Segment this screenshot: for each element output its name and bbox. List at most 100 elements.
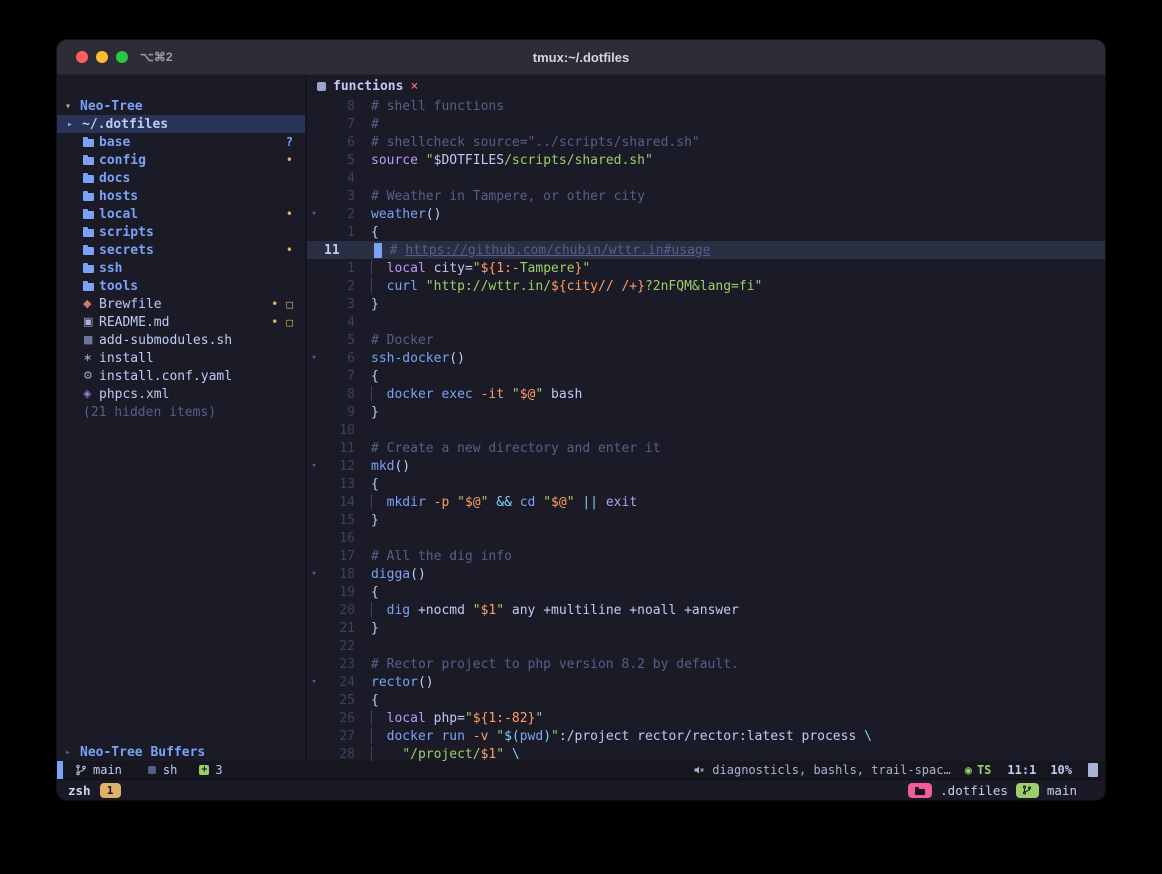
code-line[interactable]: 10 [307,421,1105,439]
cursor [374,243,382,258]
code-line[interactable]: 8# shell functions [307,97,1105,115]
fold-icon[interactable]: ▾ [307,353,321,363]
mode-indicator [57,761,63,779]
code-line[interactable]: 22 [307,637,1105,655]
zoom-button[interactable] [116,51,128,63]
tree-item-label: tools [99,279,138,294]
code-line[interactable]: 7{ [307,367,1105,385]
code-line[interactable]: 3# Weather in Tampere, or other city [307,187,1105,205]
code-line[interactable]: ▾24rector() [307,673,1105,691]
fold-icon[interactable]: ▾ [307,209,321,219]
code-line[interactable]: 1▏ local city="${1:-Tampere}" [307,259,1105,277]
tree-root-dotfiles[interactable]: ▸ ~/.dotfiles [57,115,305,133]
tree-item-ssh[interactable]: ssh [57,259,305,277]
code-text: { [355,693,379,708]
fold-column [307,623,321,633]
tree-item-secrets[interactable]: secrets• [57,241,305,259]
code-line[interactable]: ▾6ssh-docker() [307,349,1105,367]
fold-column [307,641,321,651]
code-line[interactable]: ▾18digga() [307,565,1105,583]
code-text: { [355,585,379,600]
code-line[interactable]: 14▏ mkdir -p "$@" && cd "$@" || exit [307,493,1105,511]
code-line-current[interactable]: 11 # https://github.com/chubin/wttr.in#u… [307,241,1105,259]
code-line[interactable]: 5# Docker [307,331,1105,349]
code-line[interactable]: 21} [307,619,1105,637]
close-button[interactable] [76,51,88,63]
code-line[interactable]: 23# Rector project to php version 8.2 by… [307,655,1105,673]
code-line[interactable]: 3} [307,295,1105,313]
code-line[interactable]: 19{ [307,583,1105,601]
code-text: } [355,405,379,420]
code-line[interactable]: 4 [307,313,1105,331]
filetype-label: sh [163,763,177,777]
minimize-button[interactable] [96,51,108,63]
code-line[interactable]: 4 [307,169,1105,187]
code-line[interactable]: 20▏ dig +nocmd "$1" any +multiline +noal… [307,601,1105,619]
neo-tree-sidebar: ▾ Neo-Tree ▸ ~/.dotfiles base?config•doc… [57,75,307,761]
code-line[interactable]: 1{ [307,223,1105,241]
fold-icon[interactable]: ▾ [307,677,321,687]
mute-icon [693,764,705,776]
tree-item-label: install [99,351,154,366]
line-number: 7 [321,369,355,384]
tree-item-install-conf-yaml[interactable]: ⚙install.conf.yaml [57,367,305,385]
tree-item-install[interactable]: ∗install [57,349,305,367]
tab-functions[interactable]: functions × [317,79,418,94]
tree-root-label: ~/.dotfiles [82,117,168,132]
neo-tree-header[interactable]: ▾ Neo-Tree [57,97,305,115]
statusline-right: diagnosticls, bashls, trail-spac… ◉ TS 1… [693,763,1105,777]
code-line[interactable]: 6# shellcheck source="../scripts/shared.… [307,133,1105,151]
titlebar[interactable]: ⌥⌘2 tmux:~/.dotfiles [57,40,1105,75]
code-line[interactable]: 28▏ "/project/$1" \ [307,745,1105,761]
tree-item-local[interactable]: local• [57,205,305,223]
code-line[interactable]: 11# Create a new directory and enter it [307,439,1105,457]
code-text: # shell functions [355,99,504,114]
tree-item-tools[interactable]: tools [57,277,305,295]
script-icon: ∗ [83,349,99,367]
tree-item-brewfile[interactable]: ◆Brewfile•□ [57,295,305,313]
code-line[interactable]: 2▏ curl "http://wttr.in/${city// /+}?2nF… [307,277,1105,295]
code-line[interactable]: ▾12mkd() [307,457,1105,475]
tmux-window-badge[interactable]: 1 [100,783,121,798]
close-tab-icon[interactable]: × [410,79,418,94]
code-area[interactable]: 8# shell functions 7# 6# shellcheck sour… [307,97,1105,761]
statusline: main sh + 3 diagnosticls, bashls, trail-… [57,761,1105,779]
tree-item-add-submodules-sh[interactable]: ■add-submodules.sh [57,331,305,349]
tree-item-readme-md[interactable]: ▣README.md•□ [57,313,305,331]
code-line[interactable]: ▾2weather() [307,205,1105,223]
folder-icon [915,786,925,795]
tree-item-phpcs-xml[interactable]: ◈phpcs.xml [57,385,305,403]
scroll-percent: 10% [1050,763,1072,777]
line-number: 2 [321,279,355,294]
code-line[interactable]: 7# [307,115,1105,133]
line-number: 28 [321,747,355,762]
code-line[interactable]: 9} [307,403,1105,421]
code-line[interactable]: 5source "$DOTFILES/scripts/shared.sh" [307,151,1105,169]
fold-icon[interactable]: ▾ [307,569,321,579]
tree-item-scripts[interactable]: scripts [57,223,305,241]
tree-item-hosts[interactable]: hosts [57,187,305,205]
code-text: rector() [355,675,434,690]
code-line[interactable]: 13{ [307,475,1105,493]
code-line[interactable]: 15} [307,511,1105,529]
code-line[interactable]: 25{ [307,691,1105,709]
code-line[interactable]: 17# All the dig info [307,547,1105,565]
code-line[interactable]: 27▏ docker run -v "$(pwd)":/project rect… [307,727,1105,745]
tree-item-docs[interactable]: docs [57,169,305,187]
line-number: 15 [321,513,355,528]
fold-icon[interactable]: ▾ [307,461,321,471]
fold-column [307,227,321,237]
line-number: 23 [321,657,355,672]
line-number: 14 [321,495,355,510]
code-text: ▏ local php="${1:-82}" [355,711,543,726]
code-line[interactable]: 26▏ local php="${1:-82}" [307,709,1105,727]
tree-item-config[interactable]: config• [57,151,305,169]
neo-tree-buffers-section[interactable]: ▸ Neo-Tree Buffers [57,743,305,761]
treesitter-dot-icon: ◉ [965,763,972,777]
code-line[interactable]: 16 [307,529,1105,547]
tree-item-base[interactable]: base? [57,133,305,151]
code-line[interactable]: 8▏ docker exec -it "$@" bash [307,385,1105,403]
tree-item-label: README.md [99,315,169,330]
code-text: ▏ dig +nocmd "$1" any +multiline +noall … [355,603,739,618]
code-text: # [355,117,379,132]
